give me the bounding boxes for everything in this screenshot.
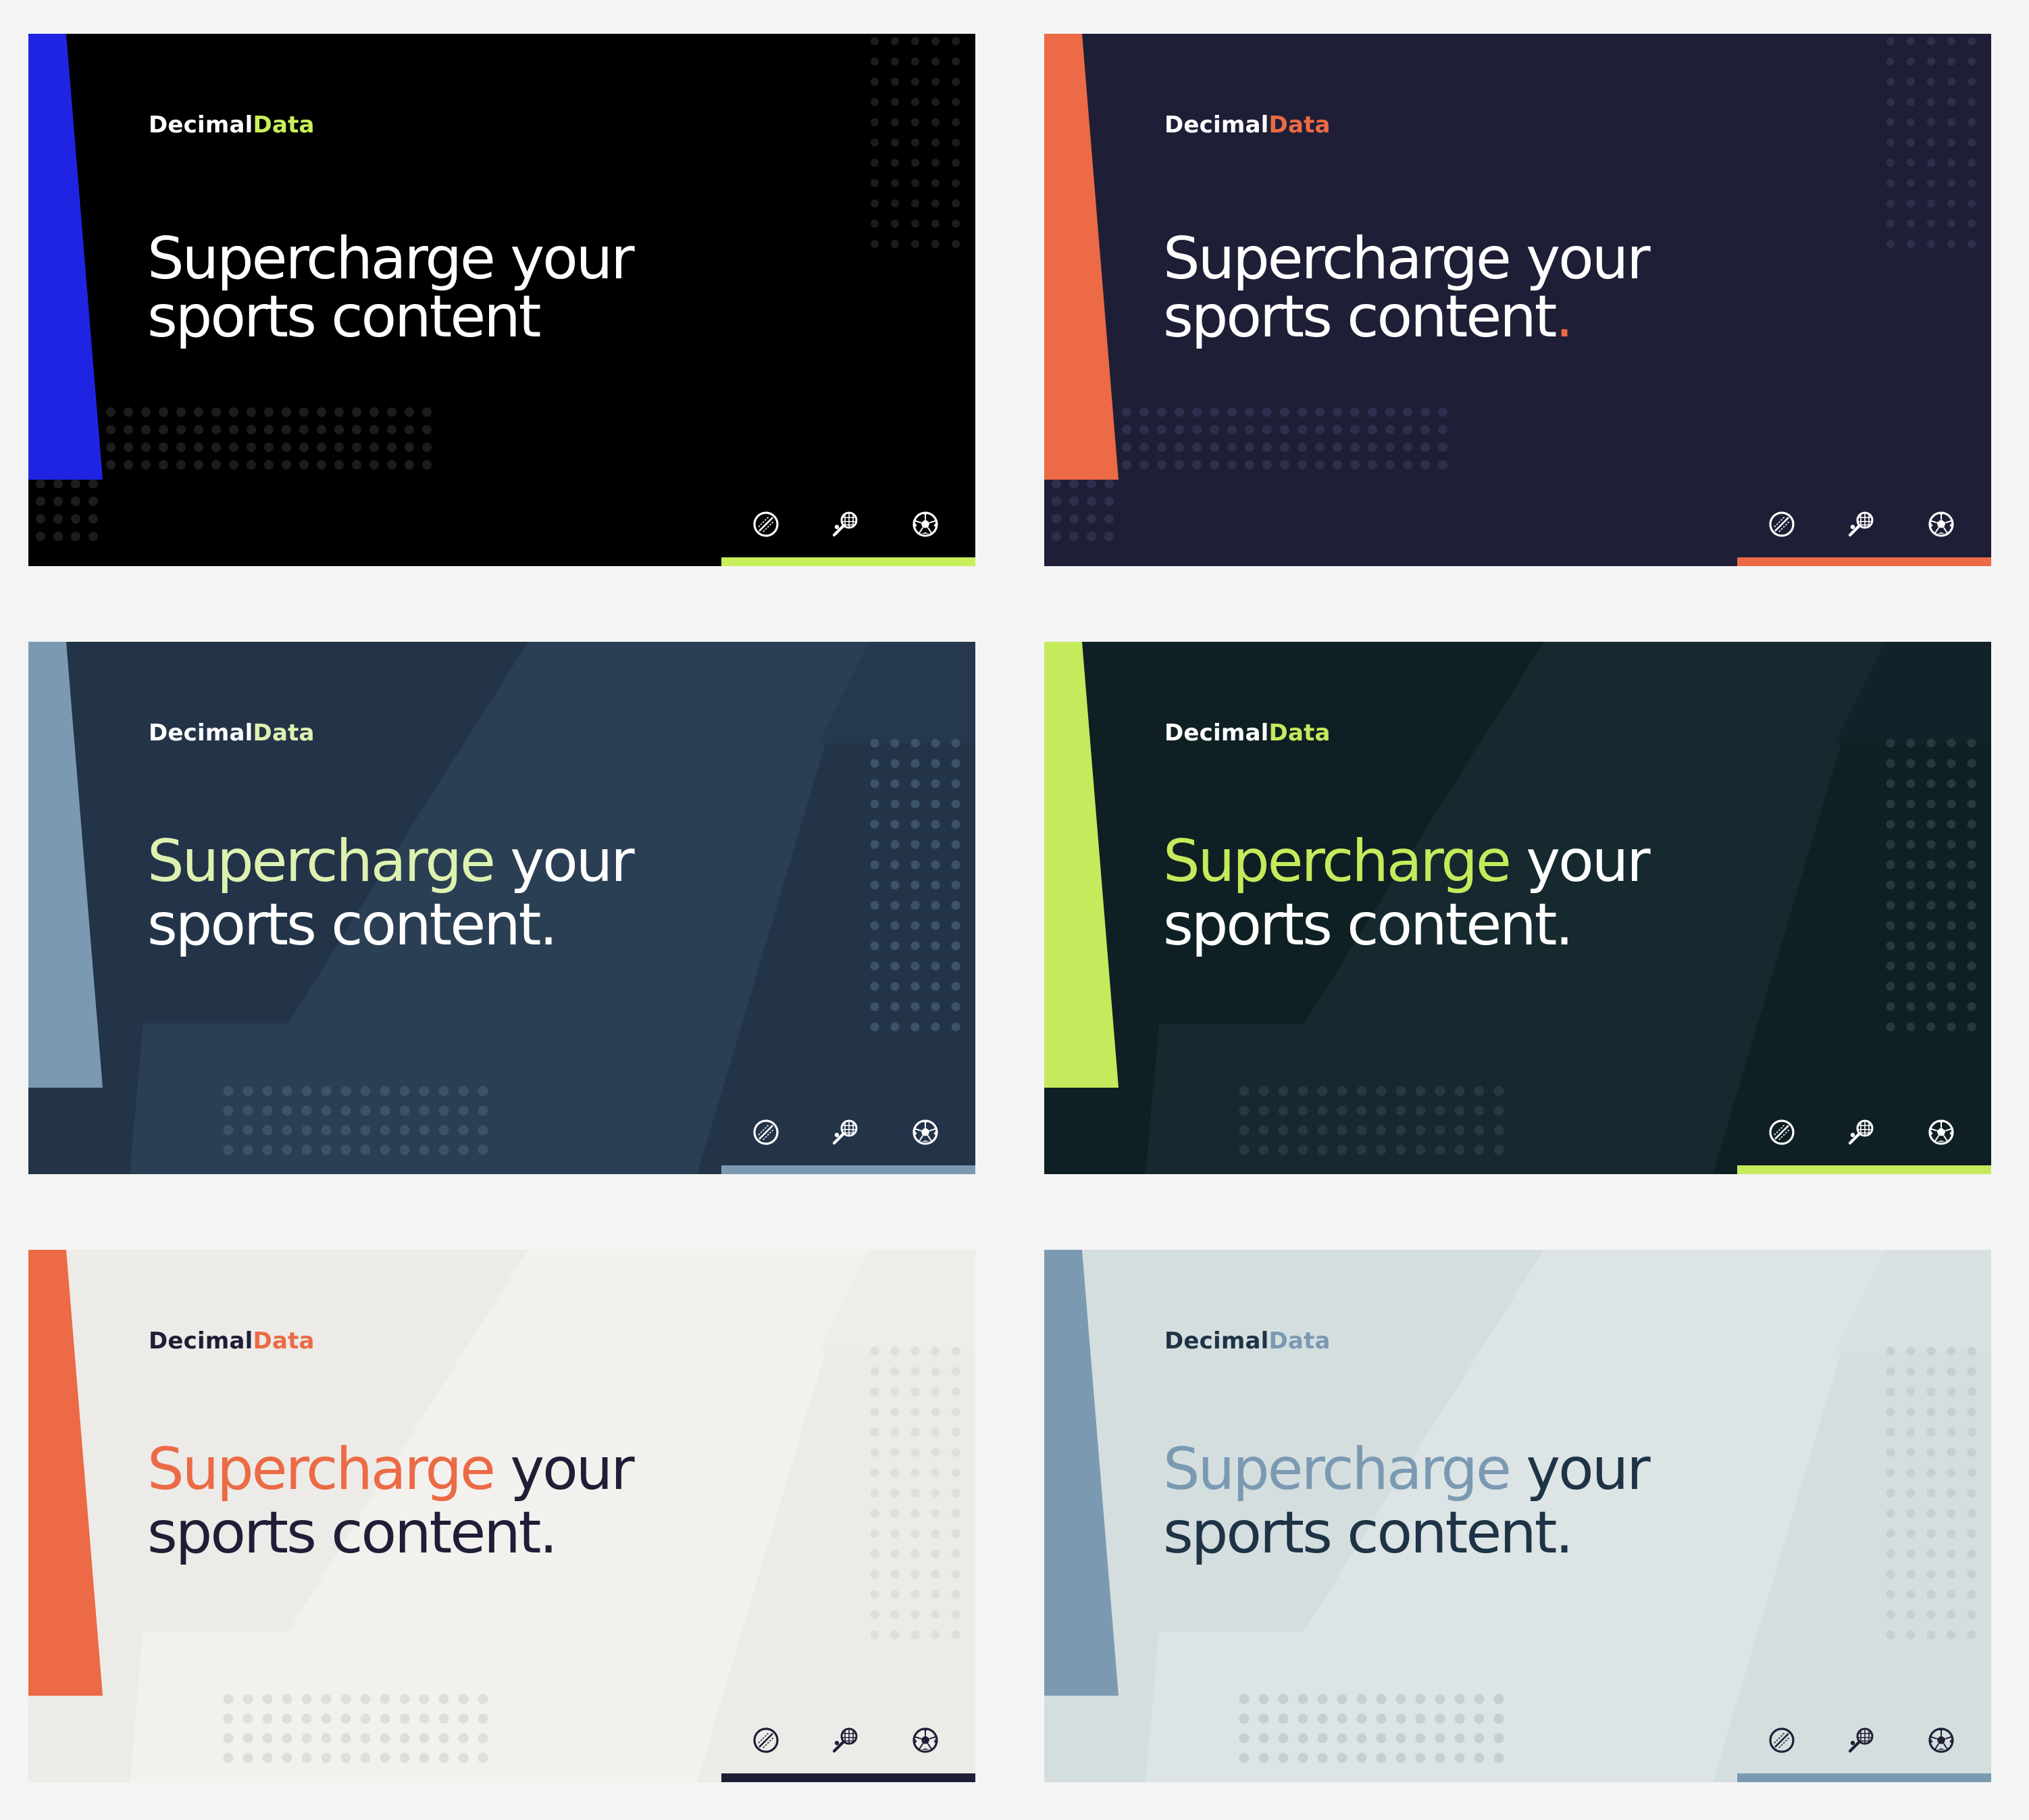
headline-line2: sports content bbox=[147, 891, 541, 959]
sport-icons bbox=[751, 1725, 940, 1755]
sport-icons bbox=[1767, 509, 1956, 539]
headline-rest: your bbox=[1509, 1436, 1650, 1503]
tennis-racket-icon bbox=[832, 511, 858, 537]
logo-part2: Data bbox=[1268, 719, 1331, 747]
headline: Supercharge your sports content. bbox=[1163, 230, 1651, 346]
headline-period: . bbox=[1555, 283, 1574, 351]
accent-bar bbox=[721, 1773, 975, 1782]
headline-period: . bbox=[539, 891, 558, 959]
brand-card-5: DecimalData Supercharge your sports cont… bbox=[28, 1250, 975, 1782]
brand-card-1: DecimalData Supercharge your sports cont… bbox=[28, 34, 975, 566]
brand-card-2: DecimalData Supercharge your sports cont… bbox=[1044, 34, 1991, 566]
soccer-ball-icon bbox=[913, 1119, 938, 1145]
headline-line2: sports content bbox=[147, 1499, 541, 1567]
headline-accent: Supercharge bbox=[1163, 828, 1512, 895]
headline-rest: your bbox=[1509, 828, 1650, 895]
headline-accent: Supercharge bbox=[1163, 1436, 1512, 1503]
logo-part1: Decimal bbox=[1164, 1328, 1269, 1355]
soccer-ball-icon bbox=[913, 1727, 938, 1753]
brand-card-6: DecimalData Supercharge your sports cont… bbox=[1044, 1250, 1991, 1782]
logo: DecimalData bbox=[1164, 1328, 1331, 1355]
soccer-ball-icon bbox=[1928, 511, 1954, 537]
accent-bar bbox=[1737, 1773, 1991, 1782]
cricket-ball-icon bbox=[753, 1727, 779, 1753]
tennis-racket-icon bbox=[832, 1727, 858, 1753]
accent-bar bbox=[1737, 557, 1991, 566]
headline-line2: sports content bbox=[147, 283, 541, 351]
headline-rest: Supercharge your bbox=[147, 225, 635, 293]
soccer-ball-icon bbox=[1928, 1119, 1954, 1145]
accent-bar bbox=[721, 557, 975, 566]
logo: DecimalData bbox=[149, 111, 315, 138]
headline: Supercharge your sports content. bbox=[1163, 1440, 1651, 1562]
logo: DecimalData bbox=[1164, 111, 1331, 138]
tennis-racket-icon bbox=[1848, 1727, 1874, 1753]
headline: Supercharge your sports content bbox=[147, 230, 635, 346]
headline-period: . bbox=[1555, 1499, 1574, 1567]
sport-icons bbox=[1767, 1117, 1956, 1147]
soccer-ball-icon bbox=[913, 511, 938, 537]
logo-part1: Decimal bbox=[149, 111, 253, 138]
cricket-ball-icon bbox=[1769, 511, 1795, 537]
brand-card-grid: DecimalData Supercharge your sports cont… bbox=[0, 0, 2029, 1820]
headline-period: . bbox=[1555, 891, 1574, 959]
logo-part2: Data bbox=[253, 111, 315, 138]
headline: Supercharge your sports content. bbox=[147, 1440, 635, 1562]
accent-bar bbox=[721, 1165, 975, 1174]
logo-part1: Decimal bbox=[1164, 719, 1269, 747]
logo: DecimalData bbox=[149, 719, 315, 747]
logo-part2: Data bbox=[1268, 111, 1331, 138]
logo-part1: Decimal bbox=[149, 719, 253, 747]
brand-card-4: DecimalData Supercharge your sports cont… bbox=[1044, 642, 1991, 1174]
headline-rest: your bbox=[493, 1436, 634, 1503]
sport-icons bbox=[751, 1117, 940, 1147]
headline-line2: sports content bbox=[1163, 891, 1557, 959]
cricket-ball-icon bbox=[1769, 1727, 1795, 1753]
soccer-ball-icon bbox=[1928, 1727, 1954, 1753]
headline-accent: Supercharge bbox=[147, 1436, 496, 1503]
logo-part2: Data bbox=[253, 719, 315, 747]
headline-rest: Supercharge your bbox=[1163, 225, 1651, 293]
headline-line2: sports content bbox=[1163, 1499, 1557, 1567]
logo-part1: Decimal bbox=[1164, 111, 1269, 138]
headline-period: . bbox=[539, 1499, 558, 1567]
cricket-ball-icon bbox=[1769, 1119, 1795, 1145]
logo: DecimalData bbox=[1164, 719, 1331, 747]
cricket-ball-icon bbox=[753, 511, 779, 537]
logo-part2: Data bbox=[1268, 1328, 1331, 1355]
tennis-racket-icon bbox=[1848, 511, 1874, 537]
brand-card-3: DecimalData Supercharge your sports cont… bbox=[28, 642, 975, 1174]
headline-accent: Supercharge bbox=[147, 828, 496, 895]
logo-part1: Decimal bbox=[149, 1328, 253, 1355]
logo: DecimalData bbox=[149, 1328, 315, 1355]
headline-line2: sports content bbox=[1163, 283, 1557, 351]
headline: Supercharge your sports content. bbox=[147, 832, 635, 954]
accent-bar bbox=[1737, 1165, 1991, 1174]
tennis-racket-icon bbox=[1848, 1119, 1874, 1145]
headline: Supercharge your sports content. bbox=[1163, 832, 1651, 954]
sport-icons bbox=[751, 509, 940, 539]
logo-part2: Data bbox=[253, 1328, 315, 1355]
headline-rest: your bbox=[493, 828, 634, 895]
cricket-ball-icon bbox=[753, 1119, 779, 1145]
tennis-racket-icon bbox=[832, 1119, 858, 1145]
sport-icons bbox=[1767, 1725, 1956, 1755]
